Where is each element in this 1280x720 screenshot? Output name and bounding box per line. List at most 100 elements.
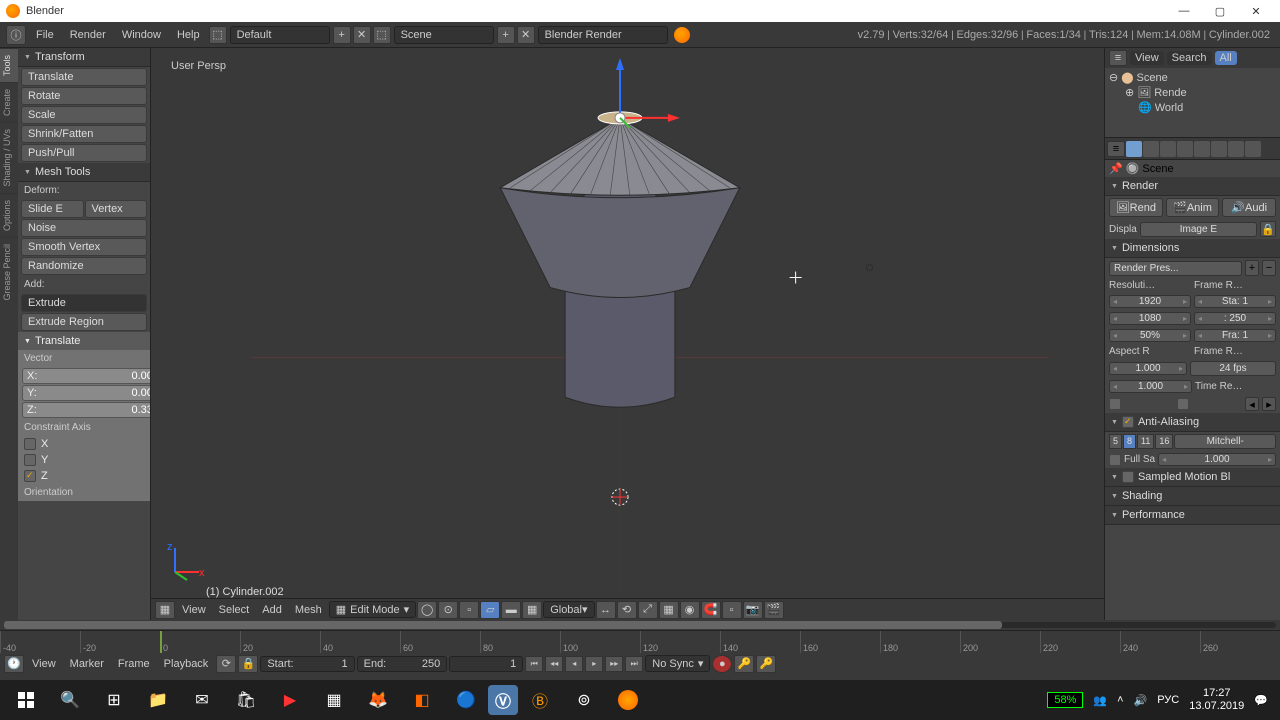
props-editor-icon[interactable]: ≡ xyxy=(1107,141,1125,157)
minimize-button[interactable]: — xyxy=(1166,0,1202,22)
smooth-vertex-button[interactable]: Smooth Vertex xyxy=(21,238,147,256)
face-select-icon[interactable]: ▬ xyxy=(501,601,521,619)
noise-button[interactable]: Noise xyxy=(21,219,147,237)
render-preset-dropdown[interactable]: Render Pres... xyxy=(1109,261,1242,276)
resolution-x-field[interactable]: ◂1920▸ xyxy=(1109,295,1191,308)
close-button[interactable]: ✕ xyxy=(1238,0,1274,22)
menu-window[interactable]: Window xyxy=(114,29,169,41)
start-frame-field[interactable]: Start:1 xyxy=(260,656,354,672)
frame-step-field[interactable]: ◂Fra: 1▸ xyxy=(1194,329,1276,342)
current-frame-field[interactable]: 1 xyxy=(449,656,523,672)
scene-dropdown[interactable]: Scene xyxy=(394,26,494,44)
border-checkbox[interactable] xyxy=(1109,398,1121,410)
outliner-search[interactable]: Search xyxy=(1167,51,1212,65)
rotate-button[interactable]: Rotate xyxy=(21,87,147,105)
object-tab-icon[interactable] xyxy=(1194,141,1210,157)
constraint-x-checkbox[interactable] xyxy=(24,438,36,450)
render-panel-header[interactable]: Render xyxy=(1105,177,1280,196)
proportional-edit-icon[interactable]: ◉ xyxy=(680,601,700,619)
opengl-anim-icon[interactable]: 🎬 xyxy=(764,601,784,619)
tl-menu-frame[interactable]: Frame xyxy=(112,658,156,670)
render-layers-tab-icon[interactable] xyxy=(1143,141,1159,157)
vector-z-field[interactable]: Z:0.332 xyxy=(22,402,150,418)
aa-5-button[interactable]: 5 xyxy=(1109,434,1122,449)
firefox-icon[interactable]: 🦊 xyxy=(356,680,400,720)
outliner-renderlayers-row[interactable]: ⊕ 🖼 Rende xyxy=(1109,85,1276,100)
back-to-previous-icon[interactable]: ⬚ xyxy=(209,26,227,44)
aa-16-button[interactable]: 16 xyxy=(1155,434,1173,449)
keyframe-next-button[interactable]: ▸▸ xyxy=(605,656,623,672)
volume-icon[interactable]: 🔊 xyxy=(1134,694,1148,707)
edge-slide-button[interactable]: Slide E xyxy=(21,200,84,218)
store-icon[interactable]: 🛍 xyxy=(224,680,268,720)
render-engine-dropdown[interactable]: Blender Render xyxy=(538,26,668,44)
shading-mode-icon[interactable]: ◯ xyxy=(417,601,437,619)
blender-taskbar-icon[interactable] xyxy=(606,680,650,720)
play-button[interactable]: ▸ xyxy=(585,656,603,672)
app-icon-2[interactable]: ◧ xyxy=(400,680,444,720)
fps-dropdown[interactable]: 24 fps xyxy=(1190,361,1276,376)
3d-viewport[interactable]: User Persp xyxy=(150,48,1105,620)
jump-end-button[interactable]: ⏭ xyxy=(625,656,643,672)
manipulator-translate-icon[interactable]: ↔ xyxy=(596,601,616,619)
outliner-editor-icon[interactable]: ≡ xyxy=(1109,50,1127,66)
outliner-scene-row[interactable]: ⊖ ⬤ Scene xyxy=(1109,70,1276,85)
frame-start-field[interactable]: ◂Sta: 1▸ xyxy=(1194,295,1276,308)
timeline-ruler[interactable]: -40-200204060801001201401601802002202402… xyxy=(0,630,1280,652)
aa-enable-checkbox[interactable] xyxy=(1122,416,1134,428)
delete-layout-button[interactable]: ✕ xyxy=(353,26,371,44)
vertex-select-icon[interactable]: ▫ xyxy=(459,601,479,619)
mode-dropdown[interactable]: ▦ Edit Mode▾ xyxy=(329,601,416,618)
lock-interface-icon[interactable]: 🔒 xyxy=(1260,221,1276,237)
data-tab-icon[interactable] xyxy=(1245,141,1261,157)
range-icon[interactable]: ⟳ xyxy=(216,655,236,673)
vector-y-field[interactable]: Y:0.000 xyxy=(22,385,150,401)
vp-menu-select[interactable]: Select xyxy=(213,604,256,616)
display-mode-dropdown[interactable]: Image E xyxy=(1140,222,1257,237)
menu-help[interactable]: Help xyxy=(169,29,208,41)
outliner-view-menu[interactable]: View xyxy=(1130,51,1164,65)
task-view-button[interactable]: ⊞ xyxy=(92,680,136,720)
clock[interactable]: 17:27 13.07.2019 xyxy=(1189,687,1244,713)
mesh-tools-panel-header[interactable]: Mesh Tools xyxy=(18,163,150,182)
search-button[interactable]: 🔍 xyxy=(48,680,92,720)
time-remap-prev-icon[interactable]: ◂ xyxy=(1245,397,1259,411)
vp-menu-add[interactable]: Add xyxy=(256,604,288,616)
extrude-dropdown[interactable]: Extrude xyxy=(21,294,147,312)
crop-checkbox[interactable] xyxy=(1177,398,1189,410)
file-explorer-icon[interactable]: 📁 xyxy=(136,680,180,720)
shrink-fatten-button[interactable]: Shrink/Fatten xyxy=(21,125,147,143)
randomize-button[interactable]: Randomize xyxy=(21,257,147,275)
opengl-render-icon[interactable]: 📷 xyxy=(743,601,763,619)
manipulator-scale-icon[interactable]: ⤢ xyxy=(638,601,658,619)
constraint-z-checkbox[interactable] xyxy=(24,470,36,482)
editor-type-icon[interactable]: ⓘ xyxy=(6,25,26,45)
editor-type-3dview-icon[interactable]: ▦ xyxy=(155,601,175,619)
manipulator-rotate-icon[interactable]: ⟲ xyxy=(617,601,637,619)
app-icon-3[interactable]: 🔵 xyxy=(444,680,488,720)
render-button[interactable]: 🖼Rend xyxy=(1109,198,1163,217)
shading-panel-header[interactable]: Shading xyxy=(1105,487,1280,506)
extrude-region-button[interactable]: Extrude Region xyxy=(21,313,147,331)
layers-icon[interactable]: ▦ xyxy=(659,601,679,619)
limit-selection-icon[interactable]: ▦ xyxy=(522,601,542,619)
language-indicator[interactable]: РУС xyxy=(1157,694,1179,706)
snap-element-icon[interactable]: ▫ xyxy=(722,601,742,619)
anti-aliasing-panel-header[interactable]: Anti-Aliasing xyxy=(1105,413,1280,432)
aa-filter-dropdown[interactable]: Mitchell- xyxy=(1174,434,1276,449)
add-layout-button[interactable]: + xyxy=(333,26,351,44)
dimensions-panel-header[interactable]: Dimensions xyxy=(1105,239,1280,258)
transform-panel-header[interactable]: Transform xyxy=(18,48,150,67)
timeline-editor-icon[interactable]: 🕐 xyxy=(4,655,24,673)
aspect-y-field[interactable]: ◂1.000▸ xyxy=(1109,380,1192,393)
notifications-icon[interactable]: 💬 xyxy=(1254,694,1268,707)
aa-size-field[interactable]: ◂1.000▸ xyxy=(1158,453,1276,466)
auto-keyframe-button[interactable]: ● xyxy=(712,655,732,673)
add-preset-button[interactable]: + xyxy=(1245,260,1259,276)
edge-select-icon[interactable]: ▱ xyxy=(480,601,500,619)
aa-8-button[interactable]: 8 xyxy=(1123,434,1136,449)
aspect-x-field[interactable]: ◂1.000▸ xyxy=(1109,362,1187,375)
vp-menu-view[interactable]: View xyxy=(176,604,212,616)
modifiers-tab-icon[interactable] xyxy=(1228,141,1244,157)
translate-operator-header[interactable]: Translate xyxy=(18,332,150,350)
